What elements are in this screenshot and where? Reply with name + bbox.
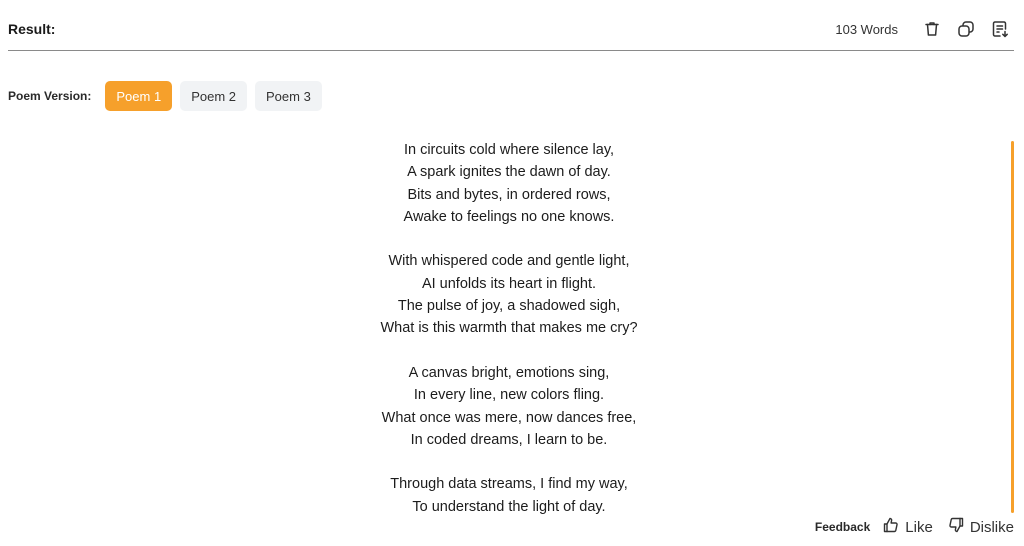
poem-stanza: In circuits cold where silence lay, A sp… [200, 139, 818, 228]
dislike-label: Dislike [969, 518, 1014, 536]
tab-poem-2[interactable]: Poem 2 [180, 81, 247, 111]
delete-button[interactable] [918, 15, 946, 43]
poem-line: In every line, new colors fling. [413, 387, 605, 404]
poem-line: Bits and bytes, in ordered rows, [407, 186, 611, 203]
copy-icon [956, 19, 976, 39]
like-button[interactable]: Like [882, 516, 933, 538]
poem-line: AI unfolds its heart in flight. [421, 275, 597, 292]
poem-line: What once was mere, now dances free, [381, 409, 637, 426]
poem-stanza: A canvas bright, emotions sing, In every… [200, 362, 818, 451]
scrollbar-thumb[interactable] [1011, 141, 1014, 513]
feedback-label: Feedback [814, 520, 871, 534]
export-icon [990, 19, 1010, 39]
poem-line: Through data streams, I find my way, [390, 476, 628, 493]
poem-line: To understand the light of day. [412, 498, 606, 515]
header-actions: 103 Words [835, 15, 1014, 43]
poem-version-selector: Poem Version: Poem 1 Poem 2 Poem 3 [8, 81, 330, 111]
poem-line: The pulse of joy, a shadowed sigh, [397, 298, 621, 315]
tab-poem-1[interactable]: Poem 1 [105, 81, 173, 111]
export-button[interactable] [986, 15, 1014, 43]
result-title: Result: [8, 21, 56, 37]
tab-poem-3[interactable]: Poem 3 [255, 81, 322, 111]
trash-icon [923, 20, 941, 38]
poem-text: In circuits cold where silence lay, A sp… [200, 139, 818, 515]
thumbs-up-icon [882, 516, 905, 538]
copy-button[interactable] [952, 15, 980, 43]
poem-line: In circuits cold where silence lay, [403, 142, 615, 158]
poem-line: A spark ignites the dawn of day. [407, 164, 611, 181]
poem-stanza: Through data streams, I find my way, To … [200, 473, 818, 515]
like-label: Like [905, 518, 933, 536]
poem-line: What is this warmth that makes me cry? [380, 320, 638, 337]
poem-line: Awake to feelings no one knows. [403, 208, 615, 225]
word-count: 103 Words [835, 21, 898, 37]
poem-line: A canvas bright, emotions sing, [408, 364, 610, 381]
poem-version-label: Poem Version: [8, 89, 92, 103]
poem-line: With whispered code and gentle light, [388, 253, 630, 270]
thumbs-down-icon [947, 516, 970, 538]
feedback-bar: Feedback Like Dislike [815, 516, 1014, 538]
result-header: Result: 103 Words [8, 0, 1014, 51]
poem-line: In coded dreams, I learn to be. [410, 431, 608, 448]
dislike-button[interactable]: Dislike [947, 516, 1014, 538]
poem-stanza: With whispered code and gentle light, AI… [200, 250, 818, 339]
